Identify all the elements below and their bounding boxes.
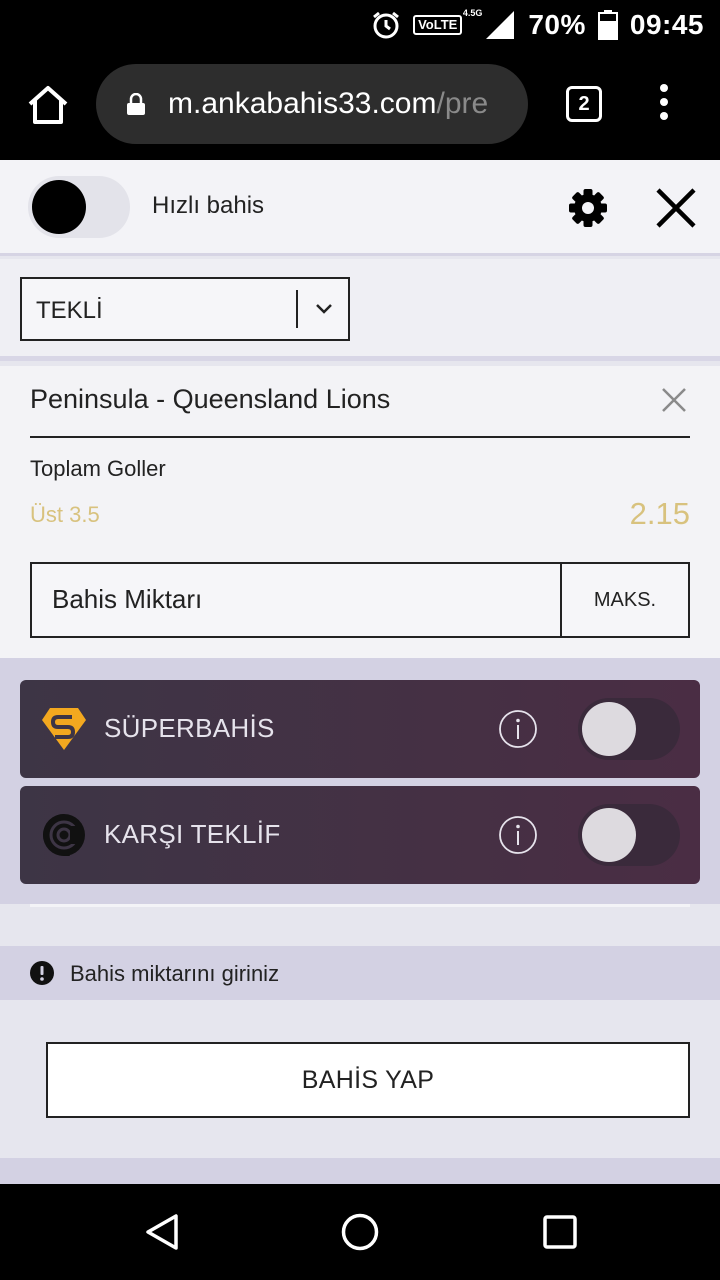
home-circle-icon[interactable]: [340, 1212, 380, 1252]
bet-card: Peninsula - Queensland Lions Toplam Goll…: [0, 366, 720, 658]
bet-type-select[interactable]: TEKLİ: [20, 277, 350, 341]
stake-input[interactable]: Bahis Miktarı MAKS.: [30, 562, 690, 638]
toggle-knob: [32, 180, 86, 234]
clock: 09:45: [629, 9, 704, 40]
max-stake-button[interactable]: MAKS.: [562, 564, 688, 636]
bet-type-value: TEKLİ: [36, 297, 103, 324]
counter-offer-label: KARŞI TEKLİF: [104, 819, 281, 849]
info-icon[interactable]: [498, 815, 538, 855]
superbet-toggle[interactable]: [578, 698, 680, 760]
url-path: /pre: [436, 87, 489, 120]
counter-offer-icon: [43, 814, 85, 856]
warning-bar: Bahis miktarını giriniz: [0, 946, 720, 1000]
select-divider: [296, 290, 298, 328]
back-icon[interactable]: [142, 1212, 182, 1252]
odds-value: 2.15: [629, 496, 690, 531]
exclamation-icon: [30, 961, 54, 985]
volte-badge: VoLTE 4.5G: [413, 8, 482, 35]
bet-type-section: TEKLİ: [0, 259, 720, 361]
recent-apps-icon[interactable]: [542, 1214, 578, 1250]
place-bet-section: BAHİS YAP: [0, 1000, 720, 1158]
browser-toolbar: m.ankabahis33.com/pre 2: [0, 48, 720, 160]
battery-icon: [597, 10, 618, 40]
info-icon[interactable]: [498, 709, 538, 749]
superbet-icon: [42, 708, 86, 750]
superbet-label: SÜPERBAHİS: [104, 713, 275, 743]
superbet-row: SÜPERBAHİS: [20, 680, 700, 778]
betslip-page: Hızlı bahis TEKLİ Peninsula - Queensland…: [0, 160, 720, 1184]
bottom-band: [0, 1158, 720, 1184]
quick-bet-toggle[interactable]: [28, 176, 130, 238]
betslip-header: Hızlı bahis: [0, 160, 720, 256]
quick-bet-label: Hızlı bahis: [152, 192, 265, 219]
toggle-knob: [582, 808, 636, 862]
signal-icon: [486, 11, 515, 39]
promo-section: SÜPERBAHİS KARŞI TEKLİF: [0, 658, 720, 904]
divider: [30, 904, 690, 907]
stake-placeholder: Bahis Miktarı: [52, 584, 203, 614]
place-bet-button[interactable]: BAHİS YAP: [46, 1042, 690, 1118]
match-title: Peninsula - Queensland Lions: [30, 384, 391, 414]
status-bar: VoLTE 4.5G 70% 09:45: [0, 0, 720, 48]
system-nav-bar: [0, 1184, 720, 1280]
network-type: 4.5G: [462, 8, 483, 18]
remove-bet-icon[interactable]: [660, 386, 688, 414]
tab-switcher-button[interactable]: 2: [566, 86, 602, 122]
warning-text: Bahis miktarını giriniz: [70, 961, 280, 986]
url-host: m.ankabahis33.com: [168, 87, 437, 120]
overflow-menu-icon[interactable]: [654, 84, 674, 124]
close-icon[interactable]: [654, 186, 698, 230]
divider: [30, 436, 690, 438]
chevron-down-icon: [316, 304, 332, 314]
battery-percent: 70%: [528, 9, 586, 40]
home-icon[interactable]: [24, 82, 72, 126]
market-name: Toplam Goller: [30, 456, 166, 481]
toggle-knob: [582, 702, 636, 756]
spacer: [0, 904, 720, 946]
counter-offer-toggle[interactable]: [578, 804, 680, 866]
gear-icon[interactable]: [566, 186, 610, 230]
alarm-icon: [373, 11, 400, 39]
address-bar[interactable]: m.ankabahis33.com/pre: [96, 64, 528, 144]
selection-name: Üst 3.5: [30, 502, 100, 527]
counter-offer-row: KARŞI TEKLİF: [20, 786, 700, 884]
lock-icon: [127, 93, 145, 115]
